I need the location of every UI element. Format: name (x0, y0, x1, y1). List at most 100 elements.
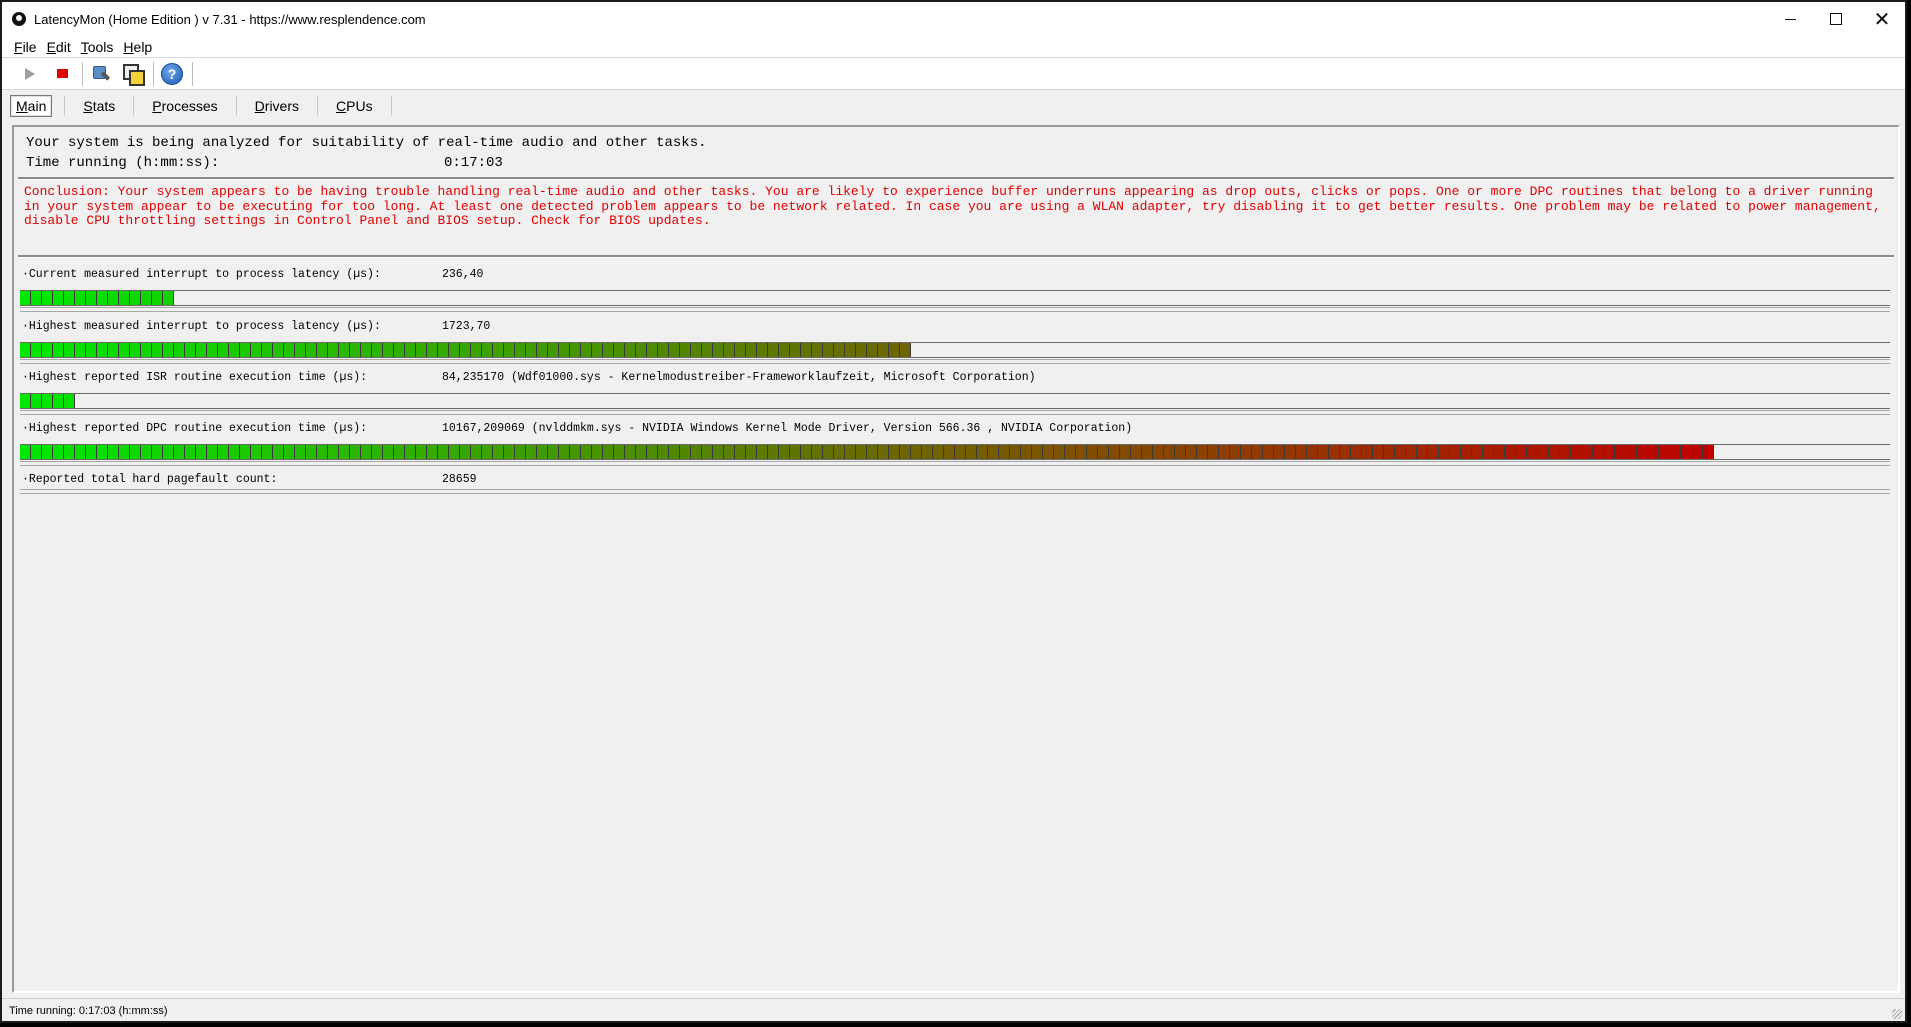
bar-segment (438, 343, 449, 357)
bar-segment (845, 343, 856, 357)
copy-button[interactable] (121, 62, 145, 86)
bar-segment (1175, 445, 1186, 459)
bar-segment (53, 343, 64, 357)
bar-segment (812, 343, 823, 357)
bar-segment (482, 445, 493, 459)
bar-segment (614, 343, 625, 357)
start-monitor-button[interactable] (18, 62, 42, 86)
bar-segment (251, 445, 262, 459)
bar-segment (988, 445, 999, 459)
bar-segment (405, 343, 416, 357)
bar-segment (636, 343, 647, 357)
tab-cpus[interactable]: CPUs (330, 95, 379, 117)
resize-grip[interactable] (1892, 1009, 1902, 1019)
bar-segment (559, 343, 570, 357)
bar-segment (152, 445, 163, 459)
bar-segment (1417, 445, 1428, 459)
bar-segment (130, 343, 141, 357)
bar-segment (559, 445, 570, 459)
menu-tools[interactable]: Tools (81, 39, 114, 55)
tab-cpus-accel: C (336, 97, 347, 114)
bar-divider (20, 410, 1890, 415)
bar-segment (1263, 445, 1274, 459)
status-bar: Time running: 0:17:03 (h:mm:ss) (2, 998, 1905, 1021)
bar-segment (372, 343, 383, 357)
help-button[interactable]: ? (160, 62, 184, 86)
bar-segment (1648, 445, 1659, 459)
minimize-button[interactable] (1767, 2, 1813, 36)
menu-help-accel: H (123, 38, 134, 55)
bar-segment (1153, 445, 1164, 459)
bar-segment (548, 343, 559, 357)
toolbar: ? (2, 57, 1905, 90)
bar-segment (702, 343, 713, 357)
bar-segment (97, 291, 108, 305)
bar-segment (31, 291, 42, 305)
metric-value: 236,40 (442, 268, 484, 281)
metric-highest-latency: ·Highest measured interrupt to process l… (20, 314, 1890, 364)
bar-segment (1560, 445, 1571, 459)
tab-processes[interactable]: Processes (146, 95, 223, 117)
bar-segment (592, 445, 603, 459)
latency-bar-fill (20, 291, 174, 305)
bar-segment (350, 343, 361, 357)
bar-segment (757, 445, 768, 459)
maximize-button[interactable] (1813, 2, 1859, 36)
bar-segment (1043, 445, 1054, 459)
time-running-value: 0:17:03 (444, 155, 503, 171)
tab-main-accel: M (16, 97, 28, 114)
bar-segment (64, 445, 75, 459)
bar-segment (1164, 445, 1175, 459)
bar-segment (779, 343, 790, 357)
bar-divider (20, 307, 1890, 312)
close-button[interactable]: ✕ (1859, 2, 1905, 36)
bar-segment (955, 445, 966, 459)
bar-segment (757, 343, 768, 357)
time-running-row: Time running (h:mm:ss): 0:17:03 (20, 153, 1894, 173)
bar-segment (1032, 445, 1043, 459)
bar-segment (229, 343, 240, 357)
bar-segment (823, 445, 834, 459)
bar-segment (1659, 445, 1670, 459)
bar-segment (537, 445, 548, 459)
tab-main[interactable]: Main (10, 94, 53, 117)
bar-segment (867, 343, 878, 357)
title-bar[interactable]: LatencyMon (Home Edition ) v 7.31 - http… (2, 2, 1905, 36)
bar-segment (20, 343, 31, 357)
bar-divider (20, 461, 1890, 466)
bar-segment (31, 394, 42, 408)
bar-segment (1274, 445, 1285, 459)
tab-stats[interactable]: Stats (77, 95, 121, 117)
bar-segment (1637, 445, 1648, 459)
bar-segment (163, 343, 174, 357)
menu-edit[interactable]: Edit (47, 39, 71, 55)
bar-segment (1109, 445, 1120, 459)
tools-button[interactable] (89, 62, 113, 86)
bar-segment (900, 343, 911, 357)
metric-dpc-time: ·Highest reported DPC routine execution … (20, 416, 1890, 466)
bar-segment (449, 445, 460, 459)
bar-segment (108, 445, 119, 459)
bar-segment (306, 343, 317, 357)
bar-segment (1483, 445, 1494, 459)
bar-segment (856, 343, 867, 357)
bar-segment (86, 291, 97, 305)
status-text: Time running: 0:17:03 (h:mm:ss) (9, 1004, 168, 1017)
bar-segment (1230, 445, 1241, 459)
tab-drivers[interactable]: Drivers (249, 95, 305, 117)
bar-segment (339, 343, 350, 357)
bar-segment (1010, 445, 1021, 459)
stop-monitor-button[interactable] (50, 62, 74, 86)
bar-segment (746, 445, 757, 459)
menu-help[interactable]: Help (123, 39, 152, 55)
bar-segment (1197, 445, 1208, 459)
bar-segment (735, 445, 746, 459)
bar-segment (812, 445, 823, 459)
metric-label: ·Reported total hard pagefault count: (22, 473, 278, 486)
bar-segment (790, 445, 801, 459)
bar-segment (625, 343, 636, 357)
bar-segment (1472, 445, 1483, 459)
menu-file[interactable]: File (14, 39, 37, 55)
bar-segment (460, 343, 471, 357)
menu-file-label: ile (22, 38, 37, 55)
